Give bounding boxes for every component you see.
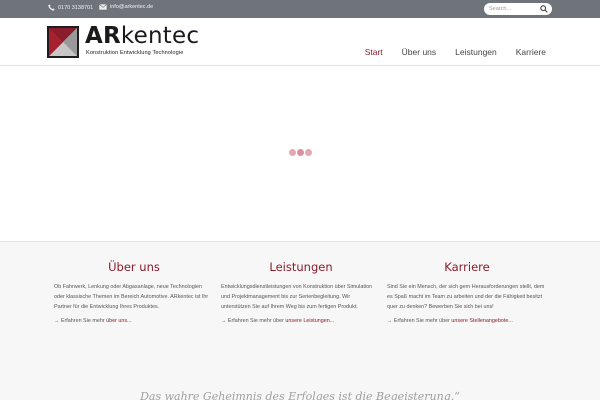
- main-nav: Start Über uns Leistungen Karriere: [365, 47, 546, 57]
- feature-ueber-uns: Über uns Ob Fahrwerk, Lenkung oder Abgas…: [54, 260, 214, 324]
- feature-title: Über uns: [108, 260, 160, 274]
- feature-more: → Erfahren Sie mehr über unsere Leistung…: [221, 318, 335, 324]
- loading-dot: [289, 149, 296, 156]
- nav-item-karriere[interactable]: Karriere: [516, 47, 546, 57]
- nav-item-start[interactable]: Start: [365, 47, 383, 57]
- phone-icon: [48, 4, 55, 11]
- logo-mark-icon: [47, 26, 79, 58]
- feature-more: → Erfahren Sie mehr über unsere Stellena…: [387, 318, 513, 324]
- feature-karriere: Karriere Sind Sie ein Mensch, der sich g…: [387, 260, 547, 324]
- features-section: Über uns Ob Fahrwerk, Lenkung oder Abgas…: [0, 241, 600, 400]
- feature-text: Ob Fahrwerk, Lenkung oder Abgasanlage, n…: [54, 284, 209, 310]
- feature-leistungen: Leistungen Entwicklungsdienstleistungen …: [221, 260, 381, 324]
- logo-text: ARkentec: [85, 23, 200, 49]
- feature-title: Leistungen: [269, 260, 333, 274]
- phone-number: 0170 3138701: [58, 4, 94, 11]
- site-header: ARkentec Konstruktion Entwicklung Techno…: [0, 18, 600, 66]
- search-input[interactable]: [489, 4, 539, 14]
- envelope-icon: [99, 4, 107, 10]
- feature-more: → Erfahren Sie mehr über uns...: [54, 318, 132, 324]
- feature-title: Karriere: [444, 260, 490, 274]
- phone-contact[interactable]: 0170 3138701: [48, 4, 93, 11]
- feature-text: Sind Sie ein Mensch, der sich gern Herau…: [387, 284, 545, 310]
- more-link-karriere[interactable]: unsere Stellenangebote...: [451, 318, 512, 324]
- nav-item-ueber-uns[interactable]: Über uns: [402, 47, 437, 57]
- email-contact[interactable]: info@arkentec.de: [99, 4, 153, 10]
- feature-text: Entwicklungsdienstleistungen von Konstru…: [221, 284, 373, 310]
- top-bar: 0170 3138701 info@arkentec.de: [0, 0, 600, 18]
- quote-text: Das wahre Geheimnis des Erfolges ist die…: [140, 390, 460, 400]
- loading-indicator: [289, 149, 312, 156]
- loading-dot: [297, 149, 304, 156]
- search-box: [484, 3, 552, 15]
- site-logo[interactable]: ARkentec Konstruktion Entwicklung Techno…: [47, 23, 207, 60]
- search-icon[interactable]: [540, 5, 548, 13]
- email-address: info@arkentec.de: [110, 4, 154, 10]
- nav-item-leistungen[interactable]: Leistungen: [455, 47, 497, 57]
- more-link-ueber-uns[interactable]: über uns...: [106, 318, 131, 324]
- more-link-leistungen[interactable]: unsere Leistungen...: [285, 318, 334, 324]
- logo-tagline: Konstruktion Entwicklung Technologie: [86, 50, 184, 56]
- loading-dot: [305, 149, 312, 156]
